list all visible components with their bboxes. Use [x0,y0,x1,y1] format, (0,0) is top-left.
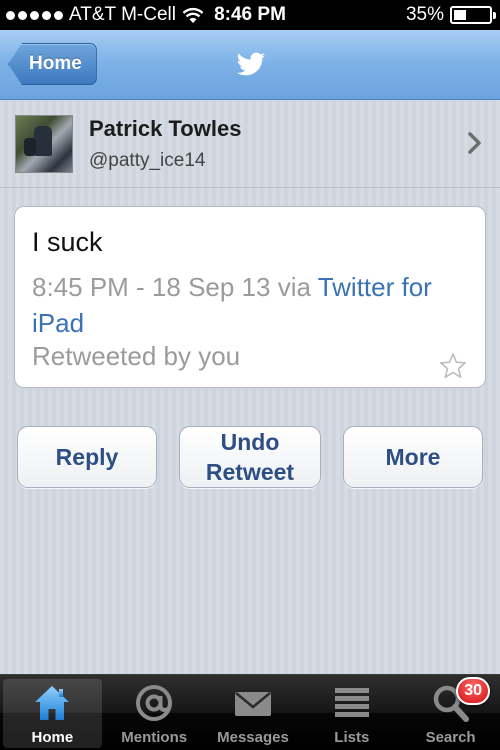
at-icon [136,685,173,721]
status-time: 8:46 PM [214,4,286,25]
tab-label-home: Home [31,729,74,746]
chevron-right-icon[interactable] [468,132,482,154]
undo-retweet-label-line1: Undo [220,429,280,455]
tweet-text: I suck [32,227,103,257]
tweet-meta: 8:45 PM - 18 Sep 13 via Twitter for iPad [32,269,472,341]
back-button-home[interactable]: Home [8,43,97,85]
list-icon [334,688,369,717]
undo-retweet-button[interactable]: Undo Retweet [179,426,321,488]
more-button[interactable]: More [343,426,483,488]
display-name: Patrick Towles [89,116,242,141]
signal-strength-icon [6,10,63,20]
undo-retweet-label-line2: Retweet [205,459,295,485]
reply-button[interactable]: Reply [17,426,157,488]
battery-icon [450,6,496,24]
tab-home[interactable]: Home [3,679,102,748]
tweet-detail-view: Patrick Towles @patty_ice14 I suck 8:45 … [0,100,500,674]
house-icon [35,686,70,720]
status-left: AT&T M-Cell [6,4,204,26]
tab-label-mentions: Mentions [121,729,188,746]
battery-percent: 35% [405,4,444,25]
battery-level [454,10,466,20]
search-badge: 30 [456,677,490,705]
status-right: 35% [405,4,496,26]
tweet-card: I suck 8:45 PM - 18 Sep 13 via Twitter f… [14,206,486,388]
tab-search[interactable]: 30 Search [401,675,500,750]
wifi-icon [182,7,204,23]
username: @patty_ice14 [89,150,206,171]
twitter-bird-icon [236,52,265,76]
avatar[interactable] [15,115,73,173]
tab-lists[interactable]: Lists [302,675,401,750]
star-icon[interactable] [439,352,467,380]
tab-label-messages: Messages [217,729,289,746]
undo-retweet-label: Undo Retweet [206,427,294,487]
tab-bar: Home Mentions Messages Lists 30 Search [0,674,500,750]
status-bar: AT&T M-Cell 8:46 PM 35% [0,0,500,30]
tab-label-lists: Lists [334,729,370,746]
retweeted-status: Retweeted by you [32,341,241,371]
carrier-name: AT&T M-Cell [69,4,176,25]
tab-messages[interactable]: Messages [204,675,303,750]
tab-mentions[interactable]: Mentions [105,675,204,750]
profile-row[interactable]: Patrick Towles @patty_ice14 [0,100,500,188]
envelope-icon [234,692,271,716]
tab-label-search: Search [425,729,476,746]
tweet-timestamp: 8:45 PM - 18 Sep 13 via [32,272,318,302]
